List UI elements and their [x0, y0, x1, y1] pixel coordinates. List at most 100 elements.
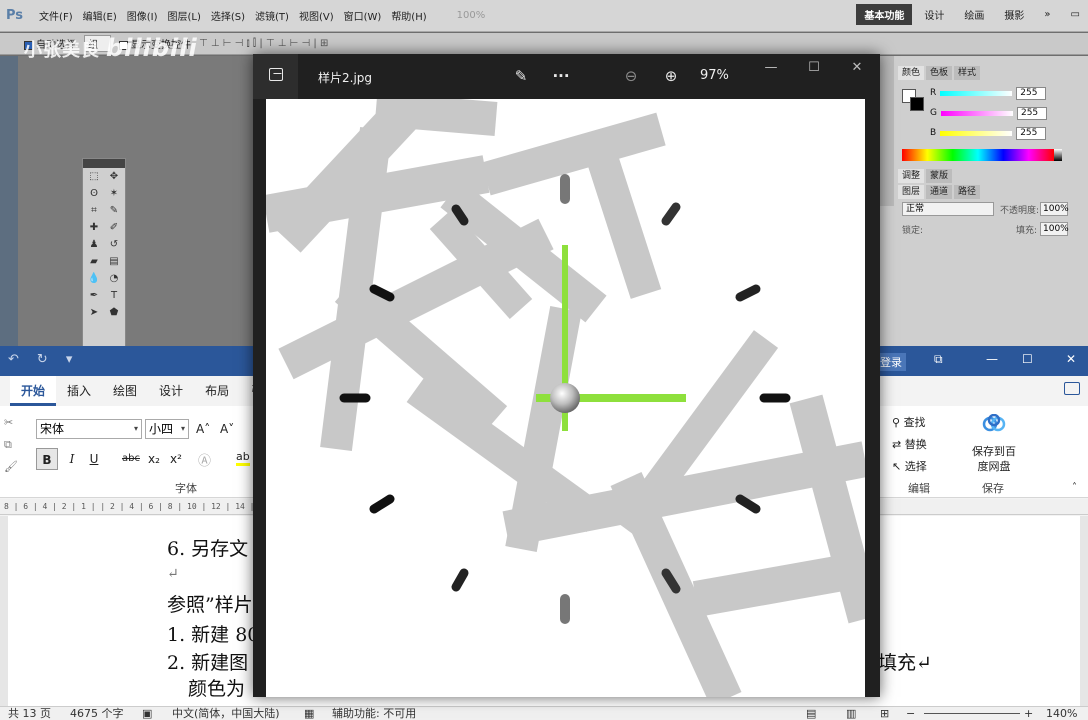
italic-button[interactable]: I — [64, 448, 80, 470]
tab-home[interactable]: 开始 — [10, 376, 57, 406]
channel-r-value[interactable]: 255 — [1016, 86, 1047, 100]
history-brush-tool-icon[interactable]: ↺ — [106, 238, 122, 252]
tab-draw[interactable]: 绘图 — [102, 376, 148, 406]
image-canvas[interactable] — [266, 99, 865, 697]
language[interactable]: 中文(简体，中国大陆) — [172, 707, 280, 720]
tab-adjustments[interactable]: 调整 — [898, 169, 925, 183]
collapse-ribbon-icon[interactable]: ˄ — [1072, 482, 1077, 493]
ps-menu-help[interactable]: 帮助(H) — [391, 8, 426, 23]
tab-paths[interactable]: 路径 — [954, 185, 981, 199]
stamp-tool-icon[interactable]: ♟ — [86, 238, 102, 252]
ps-menu-layer[interactable]: 图层(L) — [168, 8, 201, 23]
dodge-tool-icon[interactable]: ◔ — [106, 272, 122, 286]
ps-menu-image[interactable]: 图像(I) — [127, 8, 158, 23]
toolbox-header[interactable] — [83, 159, 125, 168]
select-button[interactable]: ↖ 选择 — [892, 458, 927, 474]
tab-design[interactable]: 设计 — [148, 376, 194, 406]
eyedropper-tool-icon[interactable]: ✎ — [106, 204, 122, 218]
copy-icon[interactable]: ⧉ — [4, 434, 20, 456]
blur-tool-icon[interactable]: 💧 — [86, 272, 102, 286]
brush-tool-icon[interactable]: ✐ — [106, 221, 122, 235]
fill-field[interactable]: 100% — [1040, 222, 1069, 236]
crop-tool-icon[interactable]: ⌗ — [86, 204, 102, 218]
maximize-icon[interactable]: ☐ — [1022, 352, 1033, 366]
viewer-close-icon[interactable]: ✕ — [845, 60, 869, 76]
close-icon[interactable]: ✕ — [1066, 352, 1076, 366]
viewer-minimize-icon[interactable]: — — [759, 60, 783, 76]
zoom-out-icon[interactable]: ⊖ — [619, 64, 643, 88]
move-tool-icon[interactable]: ✥ — [106, 170, 122, 184]
input-mode-icon[interactable]: ▦ — [304, 707, 314, 720]
font-name-select[interactable]: 宋体 ▾ — [36, 419, 142, 439]
ps-menu-select[interactable]: 选择(S) — [211, 8, 245, 23]
ps-menu-view[interactable]: 视图(V) — [299, 8, 334, 23]
replace-button[interactable]: ⇄ 替换 — [892, 436, 927, 452]
ps-menu-filter[interactable]: 滤镜(T) — [255, 8, 289, 23]
background-color-swatch[interactable] — [910, 97, 924, 111]
subscript-button[interactable]: x₂ — [146, 448, 162, 470]
grow-font-button[interactable]: A˄ — [196, 422, 210, 436]
channel-b-slider[interactable] — [940, 130, 1013, 136]
zoom-in-status-icon[interactable]: + — [1024, 707, 1033, 720]
customize-qa-icon[interactable]: ▾ — [66, 352, 73, 367]
ps-zoom-field[interactable]: 100% — [457, 10, 486, 21]
ws-essentials-button[interactable]: 基本功能 — [856, 4, 913, 25]
ws-photography-button[interactable]: 摄影 — [996, 4, 1032, 25]
highlight-icon[interactable]: ab — [236, 450, 250, 466]
gradient-tool-icon[interactable]: ▤ — [106, 255, 122, 269]
channel-r-slider[interactable] — [940, 90, 1013, 96]
shape-tool-icon[interactable]: ⬟ — [106, 306, 122, 320]
channel-g-slider[interactable] — [940, 110, 1013, 116]
marquee-tool-icon[interactable]: ⬚ — [86, 170, 102, 184]
ws-design-button[interactable]: 设计 — [916, 4, 952, 25]
align-icons[interactable]: ⊤ ⊥ ⊢ ⊣ ⫾ ⫿ | ⊤ ⊥ ⊢ ⊣ | ⊞ — [199, 38, 328, 49]
tab-insert[interactable]: 插入 — [56, 376, 102, 406]
proofing-icon[interactable]: ▣ — [142, 707, 152, 720]
color-spectrum-bw[interactable] — [1054, 149, 1062, 161]
zoom-in-icon[interactable]: ⊕ — [659, 64, 683, 88]
minimize-icon[interactable]: — — [986, 352, 998, 366]
login-button[interactable]: 登录 — [876, 353, 906, 371]
web-layout-icon[interactable]: ⊞ — [880, 707, 889, 720]
tab-swatches[interactable]: 色板 — [926, 66, 953, 80]
ws-painting-button[interactable]: 绘画 — [956, 4, 992, 25]
ps-menu-window[interactable]: 窗口(W) — [344, 8, 382, 23]
ws-more-button[interactable]: » — [1036, 6, 1058, 23]
tab-channels[interactable]: 通道 — [926, 185, 953, 199]
tab-color[interactable]: 颜色 — [898, 66, 925, 80]
comments-icon[interactable] — [1064, 382, 1080, 395]
opacity-field[interactable]: 100% — [1040, 202, 1069, 216]
zoom-level[interactable]: 140% — [1046, 707, 1077, 720]
find-button[interactable]: ⚲ 查找 — [892, 414, 926, 430]
photos-app-icon[interactable] — [253, 54, 298, 99]
channel-g-value[interactable]: 255 — [1016, 106, 1047, 120]
page-count[interactable]: 共 13 页 — [8, 707, 51, 720]
bold-button[interactable]: B — [36, 448, 58, 470]
font-size-select[interactable]: 小四 ▾ — [145, 419, 189, 439]
blend-mode-select[interactable]: 正常 — [902, 202, 994, 216]
ps-menu-file[interactable]: 文件(F) — [39, 8, 73, 23]
zoom-slider[interactable] — [924, 713, 1020, 714]
undo-icon[interactable]: ↶ — [8, 352, 19, 367]
ps-menu-edit[interactable]: 编辑(E) — [83, 8, 117, 23]
shrink-font-button[interactable]: A˅ — [220, 422, 234, 436]
channel-b-value[interactable]: 255 — [1016, 126, 1047, 140]
healing-tool-icon[interactable]: ✚ — [86, 221, 102, 235]
save-to-baidu-button[interactable]: 保存到百度网盘 — [970, 444, 1018, 474]
baidu-netdisk-icon[interactable] — [982, 414, 1006, 432]
ps-panel-strip[interactable] — [880, 56, 894, 206]
print-layout-icon[interactable]: ▥ — [846, 707, 856, 720]
pen-tool-icon[interactable]: ✒ — [86, 289, 102, 303]
tab-masks[interactable]: 蒙版 — [926, 169, 953, 183]
underline-button[interactable]: U — [86, 448, 102, 470]
superscript-button[interactable]: x² — [168, 448, 184, 470]
tab-styles[interactable]: 样式 — [954, 66, 981, 80]
eraser-tool-icon[interactable]: ▰ — [86, 255, 102, 269]
tab-layers[interactable]: 图层 — [898, 185, 925, 199]
tab-layout[interactable]: 布局 — [194, 376, 240, 406]
type-tool-icon[interactable]: T — [106, 289, 122, 303]
zoom-percentage[interactable]: 97% — [700, 68, 729, 83]
zoom-out-status-icon[interactable]: − — [906, 707, 915, 720]
color-spectrum[interactable] — [902, 149, 1054, 161]
magic-wand-tool-icon[interactable]: ✶ — [106, 187, 122, 201]
